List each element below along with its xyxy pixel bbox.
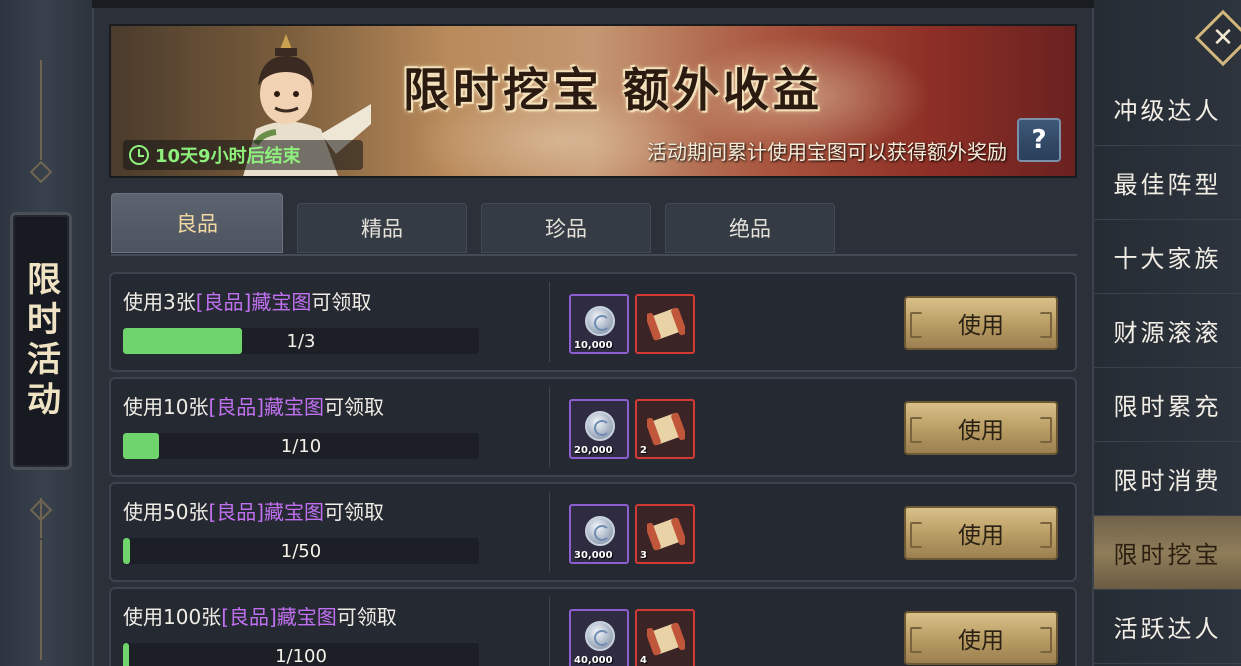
help-button[interactable]: ? — [1017, 118, 1061, 162]
tab-fine-quality[interactable]: 精品 — [297, 203, 467, 253]
condition-suffix: 可领取 — [324, 395, 385, 419]
menu-item-level-up-expert[interactable]: 冲级达人 — [1094, 72, 1241, 146]
row-divider — [549, 492, 550, 572]
silver-coin-reward[interactable]: 30,000 — [569, 504, 629, 564]
event-banner: 限时挖宝 额外收益 活动期间累计使用宝图可以获得额外奖励 10天9小时后结束 ? — [109, 24, 1077, 178]
reward-count: 20,000 — [574, 445, 613, 456]
treasure-map-scroll-icon — [647, 517, 685, 551]
silver-coin-icon — [585, 306, 615, 336]
condition-prefix: 使用3张 — [123, 290, 196, 314]
tab-supreme-quality[interactable]: 绝品 — [665, 203, 835, 253]
quality-tabs: 良品 精品 珍品 绝品 — [111, 193, 1077, 255]
condition-item: [良品]藏宝图 — [208, 395, 325, 419]
progress-text: 1/50 — [280, 540, 322, 562]
reward-row: 使用50张[良品]藏宝图可领取 1/50 30,000 3 使用 — [109, 482, 1077, 582]
left-banner-strip: 限时活动 — [0, 0, 92, 666]
menu-item-limited-recharge[interactable]: 限时累充 — [1094, 368, 1241, 442]
condition-item: [良品]藏宝图 — [208, 500, 325, 524]
limited-event-title-box: 限时活动 — [10, 212, 72, 470]
use-button[interactable]: 使用 — [904, 296, 1058, 350]
treasure-map-reward[interactable]: 4 — [635, 609, 695, 666]
row-divider — [549, 282, 550, 362]
condition-prefix: 使用50张 — [123, 500, 209, 524]
reward-count: 40,000 — [574, 655, 613, 666]
condition-suffix: 可领取 — [336, 605, 397, 629]
progress-bar: 1/10 — [123, 433, 479, 459]
reward-row: 使用3张[良品]藏宝图可领取 1/3 10,000 使用 — [109, 272, 1077, 372]
banner-title: 限时挖宝 额外收益 — [403, 63, 824, 117]
condition-item: [良品]藏宝图 — [195, 290, 312, 314]
treasure-map-reward[interactable]: 3 — [635, 504, 695, 564]
menu-item-active-expert[interactable]: 活跃达人 — [1094, 590, 1241, 664]
decorative-diamond-icon — [29, 498, 53, 522]
silver-coin-icon — [585, 516, 615, 546]
condition-item: [良品]藏宝图 — [221, 605, 337, 629]
event-menu-sidebar: 冲级达人 最佳阵型 十大家族 财源滚滚 限时累充 限时消费 限时挖宝 活跃达人 — [1094, 0, 1241, 666]
use-button[interactable]: 使用 — [904, 506, 1058, 560]
decorative-diamond-icon — [29, 160, 53, 184]
treasure-map-reward[interactable] — [635, 294, 695, 354]
progress-text: 1/100 — [275, 645, 327, 666]
progress-bar: 1/50 — [123, 538, 479, 564]
treasure-map-scroll-icon — [647, 307, 685, 341]
silver-coin-reward[interactable]: 20,000 — [569, 399, 629, 459]
row-divider — [549, 387, 550, 467]
countdown-timer: 10天9小时后结束 — [123, 140, 363, 170]
silver-coin-reward[interactable]: 40,000 — [569, 609, 629, 666]
banner-description: 活动期间累计使用宝图可以获得额外奖励 — [647, 140, 1007, 164]
use-button[interactable]: 使用 — [904, 611, 1058, 665]
decorative-line — [40, 60, 42, 160]
reward-count: 2 — [640, 445, 647, 456]
reward-count: 4 — [640, 655, 647, 666]
use-button[interactable]: 使用 — [904, 401, 1058, 455]
progress-bar: 1/3 — [123, 328, 479, 354]
clock-icon — [129, 145, 149, 165]
reward-count: 30,000 — [574, 550, 613, 561]
silver-coin-icon — [585, 621, 615, 651]
progress-bar: 1/100 — [123, 643, 479, 666]
menu-item-wealth-rolling[interactable]: 财源滚滚 — [1094, 294, 1241, 368]
condition-prefix: 使用10张 — [123, 395, 209, 419]
menu-item-limited-treasure-dig[interactable]: 限时挖宝 — [1094, 516, 1241, 590]
silver-coin-icon — [585, 411, 615, 441]
progress-text: 1/3 — [286, 330, 316, 352]
treasure-map-scroll-icon — [647, 622, 685, 656]
progress-text: 1/10 — [280, 435, 322, 457]
menu-item-limited-spending[interactable]: 限时消费 — [1094, 442, 1241, 516]
limited-event-title: 限时活动 — [20, 261, 61, 421]
tab-rare-quality[interactable]: 珍品 — [481, 203, 651, 253]
reward-condition: 使用3张[良品]藏宝图可领取 — [123, 286, 371, 315]
reward-row: 使用100张[良品]藏宝图可领取 1/100 40,000 4 使用 — [109, 587, 1077, 666]
menu-item-top-ten-families[interactable]: 十大家族 — [1094, 220, 1241, 294]
treasure-map-scroll-icon — [647, 412, 685, 446]
decorative-line — [40, 540, 42, 660]
row-divider — [549, 597, 550, 666]
countdown-text: 10天9小时后结束 — [155, 146, 301, 167]
reward-condition: 使用10张[良品]藏宝图可领取 — [123, 391, 384, 420]
reward-condition: 使用100张[良品]藏宝图可领取 — [123, 601, 397, 630]
reward-row: 使用10张[良品]藏宝图可领取 1/10 20,000 2 使用 — [109, 377, 1077, 477]
condition-suffix: 可领取 — [311, 290, 372, 314]
reward-count: 3 — [640, 550, 647, 561]
condition-suffix: 可领取 — [324, 500, 385, 524]
top-edge — [92, 0, 1094, 8]
silver-coin-reward[interactable]: 10,000 — [569, 294, 629, 354]
close-icon[interactable]: ✕ — [1203, 18, 1241, 58]
tab-underline — [111, 254, 1077, 256]
treasure-map-reward[interactable]: 2 — [635, 399, 695, 459]
tab-good-quality[interactable]: 良品 — [111, 193, 283, 253]
reward-count: 10,000 — [574, 340, 613, 351]
reward-condition: 使用50张[良品]藏宝图可领取 — [123, 496, 384, 525]
menu-item-best-formation[interactable]: 最佳阵型 — [1094, 146, 1241, 220]
condition-prefix: 使用100张 — [123, 605, 222, 629]
